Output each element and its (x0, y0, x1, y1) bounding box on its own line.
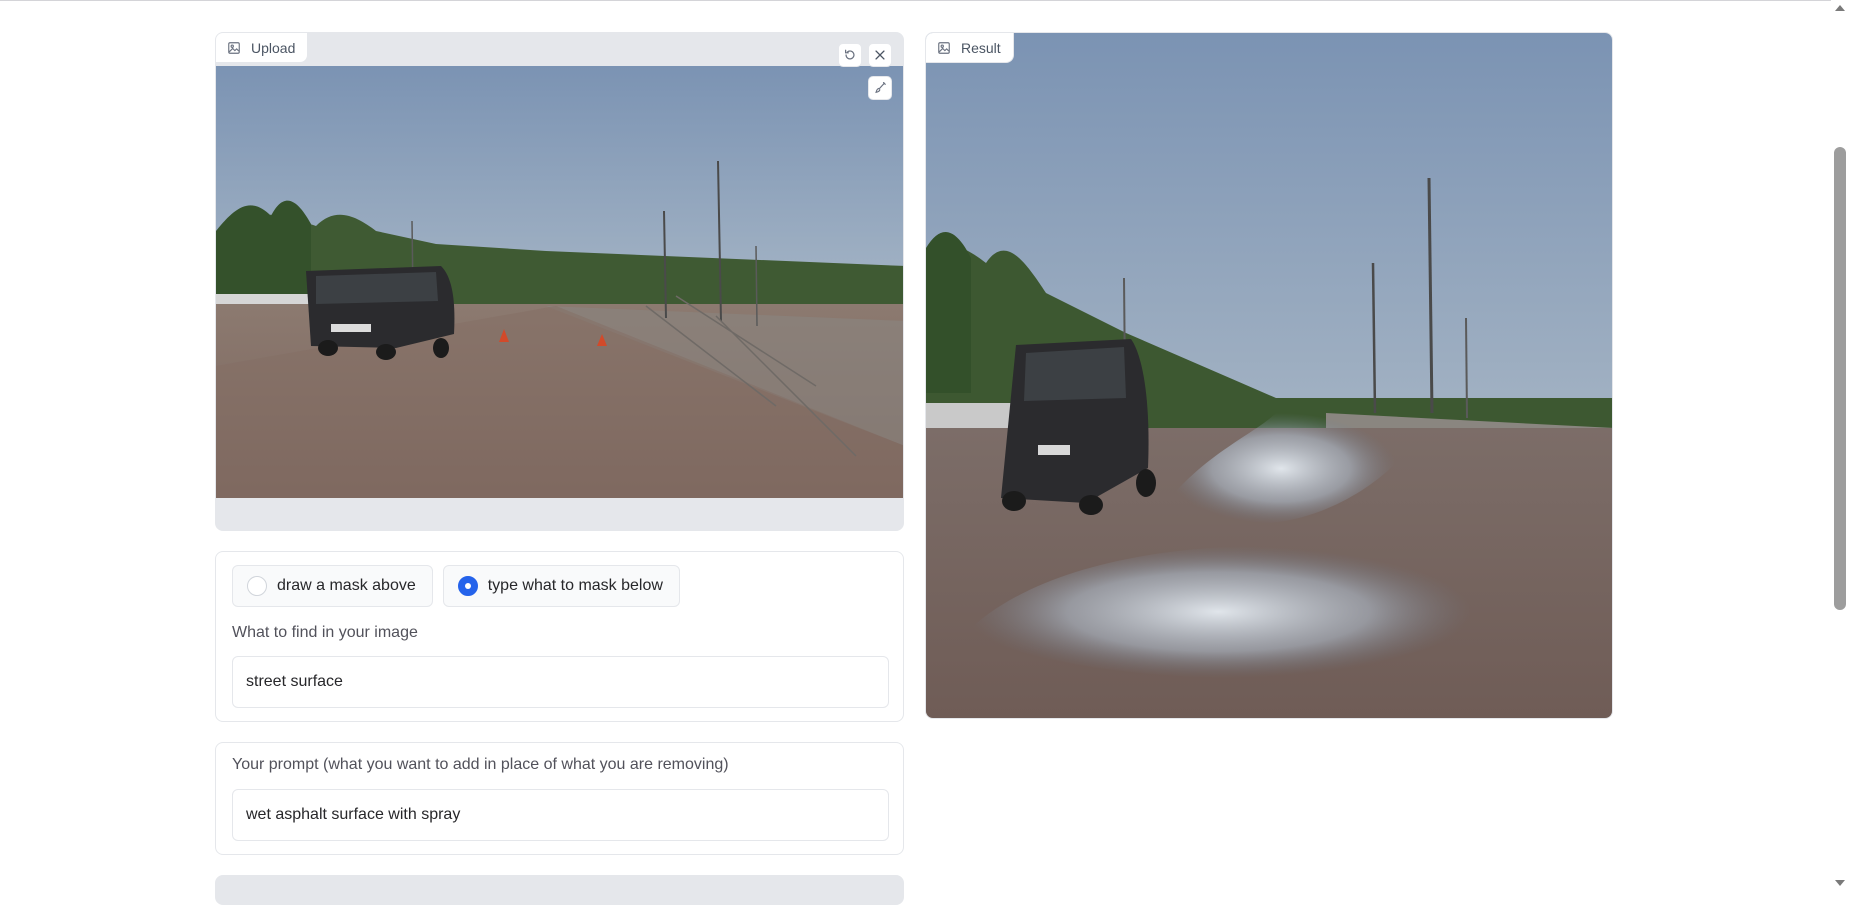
upload-image-canvas[interactable] (216, 66, 903, 498)
radio-draw-mask[interactable]: draw a mask above (232, 565, 433, 607)
radio-circle[interactable] (247, 576, 267, 596)
mask-options-block: draw a mask above type what to mask belo… (215, 551, 904, 722)
undo-button[interactable] (838, 43, 862, 67)
radio-type-mask[interactable]: type what to mask below (442, 565, 680, 607)
find-label: What to find in your image (232, 624, 418, 641)
find-input[interactable]: street surface (232, 656, 889, 708)
scroll-up-arrow-icon[interactable] (1835, 5, 1845, 11)
prompt-block: Your prompt (what you want to add in pla… (215, 742, 904, 855)
close-icon (875, 50, 885, 60)
radio-circle[interactable] (457, 576, 478, 596)
clear-button[interactable] (868, 43, 892, 67)
undo-icon (845, 49, 855, 60)
upload-panel[interactable]: Upload (215, 32, 904, 531)
result-panel: Result (925, 32, 1613, 719)
radio-label: draw a mask above (277, 577, 416, 594)
scroll-down-arrow-icon[interactable] (1835, 880, 1845, 886)
next-section-block (215, 875, 904, 905)
page-scrollbar[interactable] (1831, 0, 1849, 892)
source-road-photo (216, 66, 903, 498)
image-icon (228, 41, 240, 54)
result-label-text: Result (961, 39, 1001, 56)
upload-label-text: Upload (251, 39, 296, 56)
prompt-label: Your prompt (what you want to add in pla… (232, 756, 729, 773)
scroll-thumb[interactable] (1834, 147, 1846, 610)
result-image (926, 33, 1612, 718)
mask-mode-radio-group: draw a mask above type what to mask belo… (232, 565, 680, 607)
top-divider (0, 0, 1849, 1)
radio-label: type what to mask below (487, 577, 663, 594)
result-road-photo (926, 33, 1612, 718)
prompt-input[interactable]: wet asphalt surface with spray (232, 789, 889, 841)
result-label: Result (926, 33, 1014, 63)
brush-icon (875, 82, 886, 94)
image-icon (938, 41, 950, 54)
upload-label: Upload (216, 33, 309, 63)
brush-button[interactable] (868, 76, 892, 100)
